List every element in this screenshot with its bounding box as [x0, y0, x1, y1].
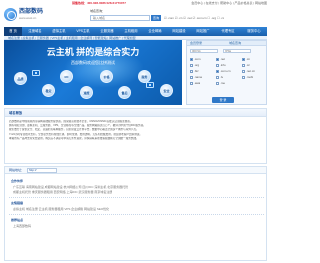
links-url-bar: 网站地址： http:// — [5, 167, 266, 174]
checkbox-name[interactable] — [190, 76, 193, 79]
checkbox-info[interactable] — [216, 64, 219, 67]
bubble-stability: 稳定 — [42, 84, 55, 97]
domain-search-title: 域名查询： — [90, 9, 106, 13]
site-logo[interactable]: 西部数码 www.west.cn — [4, 7, 44, 25]
checkbox-label: .info — [220, 63, 226, 67]
nav-item-server[interactable]: 主机租用 — [120, 27, 142, 36]
logo-url: www.west.cn — [19, 16, 37, 20]
nav-item-mail[interactable]: 企业邮局 — [144, 27, 166, 36]
link-row[interactable]: 虚拟主机 域名注册 云主机 服务器租用 VPS 企业邮箱 网站建设 SEO优化 — [13, 207, 109, 211]
checkbox-tv[interactable] — [216, 76, 219, 79]
about-section: 域名释放 西部数码是中国领先的互联网基础服务提供商，国家级高新技术企业、CNNI… — [4, 108, 267, 164]
nav-item-cloud[interactable]: 云服务器 — [96, 27, 118, 36]
nav-item-domain[interactable]: 注册域名 — [24, 27, 46, 36]
nav-item-vps[interactable]: VPS主机 — [72, 27, 94, 36]
checkbox-label: .biz — [194, 69, 199, 73]
nav-item-hosting[interactable]: 虚拟主机 — [48, 27, 70, 36]
login-panel: 会员登录 域名查询 .com .net .cn .org .info .cc .… — [186, 40, 267, 105]
checkbox-label: .asia — [194, 81, 201, 85]
checkbox-com[interactable] — [190, 58, 193, 61]
checkbox-label: .cc — [246, 63, 250, 67]
domain-suffix-options[interactable]: ☑ .com ☑ .cn ☑ .net ☑ .com.cn ☐ .org ☐ .… — [164, 16, 224, 20]
bubble-aftersales: 售后 — [118, 86, 131, 99]
banner-headline: 云主机 拼的是综合实力 — [46, 47, 140, 57]
login-button[interactable]: 登 录 — [212, 97, 234, 103]
bubble-service: 服务 — [138, 70, 151, 83]
divider — [9, 197, 264, 198]
promo-banner[interactable]: 云主机 拼的是综合实力 西部数码欢迎您比拼测试 品质 稳定 I/O 速度 价格 … — [4, 40, 182, 105]
domain-search-button[interactable]: 查询 — [151, 15, 161, 21]
checkbox-cn[interactable] — [242, 58, 245, 61]
link-row[interactable]: 广东互联 海南网站建设 成都网站建设 杭州网络公司 四川IDC 深圳主机 北京服… — [13, 185, 128, 189]
checkbox-asia[interactable] — [190, 82, 193, 85]
top-links[interactable]: 会员中心 | 在线支付 | 帮助中心 | 产品价格总表 | 网站地图 — [191, 1, 267, 5]
links-url-field[interactable]: http:// — [27, 168, 57, 173]
links-section: 网站地址： http:// 合作伙伴 广东互联 海南网站建设 成都网站建设 杭州… — [4, 166, 267, 261]
nav-item-home[interactable]: 首 页 — [4, 27, 22, 36]
chip-icon — [146, 82, 154, 88]
nav-item-agent[interactable]: 代理专区 — [216, 27, 240, 36]
main-nav: 首 页 注册域名 虚拟主机 VPS主机 云服务器 主机租用 企业邮局 网站建设 … — [4, 27, 267, 36]
checkbox-me[interactable] — [216, 82, 219, 85]
bubble-io: I/O — [60, 70, 73, 83]
tab-member-login[interactable]: 会员登录 — [190, 41, 202, 45]
checkbox-label: .tv — [220, 75, 224, 79]
checkbox-cc[interactable] — [242, 64, 245, 67]
checkbox-label: .net — [220, 57, 226, 61]
checkbox-netcn[interactable] — [242, 70, 245, 73]
group-title-recommended: 推荐站点 — [11, 218, 24, 222]
checkbox-mobi[interactable] — [242, 76, 245, 79]
bubble-security: 安全 — [160, 84, 173, 97]
group-title-partners: 合作伙伴 — [11, 179, 24, 183]
group-title-friends: 友情链接 — [11, 201, 24, 205]
about-header: 域名释放 — [5, 109, 266, 117]
domain-search-input[interactable] — [90, 15, 150, 21]
checkbox-biz[interactable] — [190, 70, 193, 73]
divider — [9, 214, 264, 215]
bubble-quality: 品质 — [14, 72, 27, 85]
sales-hotline: 销售热线：400-028-0086 028-61770077 — [72, 1, 126, 5]
bubble-speed: 速度 — [80, 86, 93, 99]
logo-name: 西部数码 — [19, 9, 44, 15]
checkbox-comcn[interactable] — [216, 70, 219, 73]
top-bar: 销售热线：400-028-0086 028-61770077 会员中心 | 在线… — [4, 0, 267, 6]
checkbox-label: .org — [194, 63, 200, 67]
chip-icon — [32, 70, 40, 76]
bubble-price: 价格 — [100, 70, 113, 83]
checkbox-label: .com.cn — [220, 69, 231, 73]
checkbox-label: .com — [194, 57, 201, 61]
domain-search: 域名查询： 查询 ☑ .com ☑ .cn ☑ .net ☑ .com.cn ☐… — [90, 9, 260, 23]
link-row[interactable]: 上海西部数码 — [13, 224, 31, 228]
nav-item-website[interactable]: 网站建设 — [168, 27, 190, 36]
username-input[interactable] — [190, 49, 218, 53]
password-input[interactable] — [223, 49, 251, 53]
checkbox-label: .cn — [246, 57, 251, 61]
checkbox-label: .mobi — [246, 75, 254, 79]
checkbox-net[interactable] — [216, 58, 219, 61]
link-row[interactable]: 成都主机托管 重庆服务器租用 西安网络 上海IDC 武汉服务器 南京域名注册 — [13, 190, 112, 194]
checkbox-label: .net.cn — [246, 69, 256, 73]
checkbox-org[interactable] — [190, 64, 193, 67]
checkbox-label: .name — [194, 75, 203, 79]
tab-domain-query[interactable]: 域名查询 — [229, 41, 241, 45]
about-title: 域名释放 — [9, 111, 23, 115]
links-url-label: 网站地址： — [9, 168, 25, 172]
about-body: 西部数码是中国领先的互联网基础服务提供商，国家级高新技术企业、CNNIC/CNN… — [9, 120, 264, 141]
nav-item-service[interactable]: 服务中心 — [242, 27, 266, 36]
about-text-line: 本站所有产品均支持免费试用，购买后不满意可申请无条件退款，详情请联系在线客服或拨… — [9, 136, 139, 140]
login-tabs: 会员登录 域名查询 — [187, 41, 266, 46]
logo-icon — [4, 8, 17, 21]
banner-subhead: 西部数码欢迎您比拼测试 — [71, 60, 115, 65]
checkbox-label: .me — [220, 81, 226, 85]
nav-item-promotion[interactable]: 网站推广 — [192, 27, 214, 36]
